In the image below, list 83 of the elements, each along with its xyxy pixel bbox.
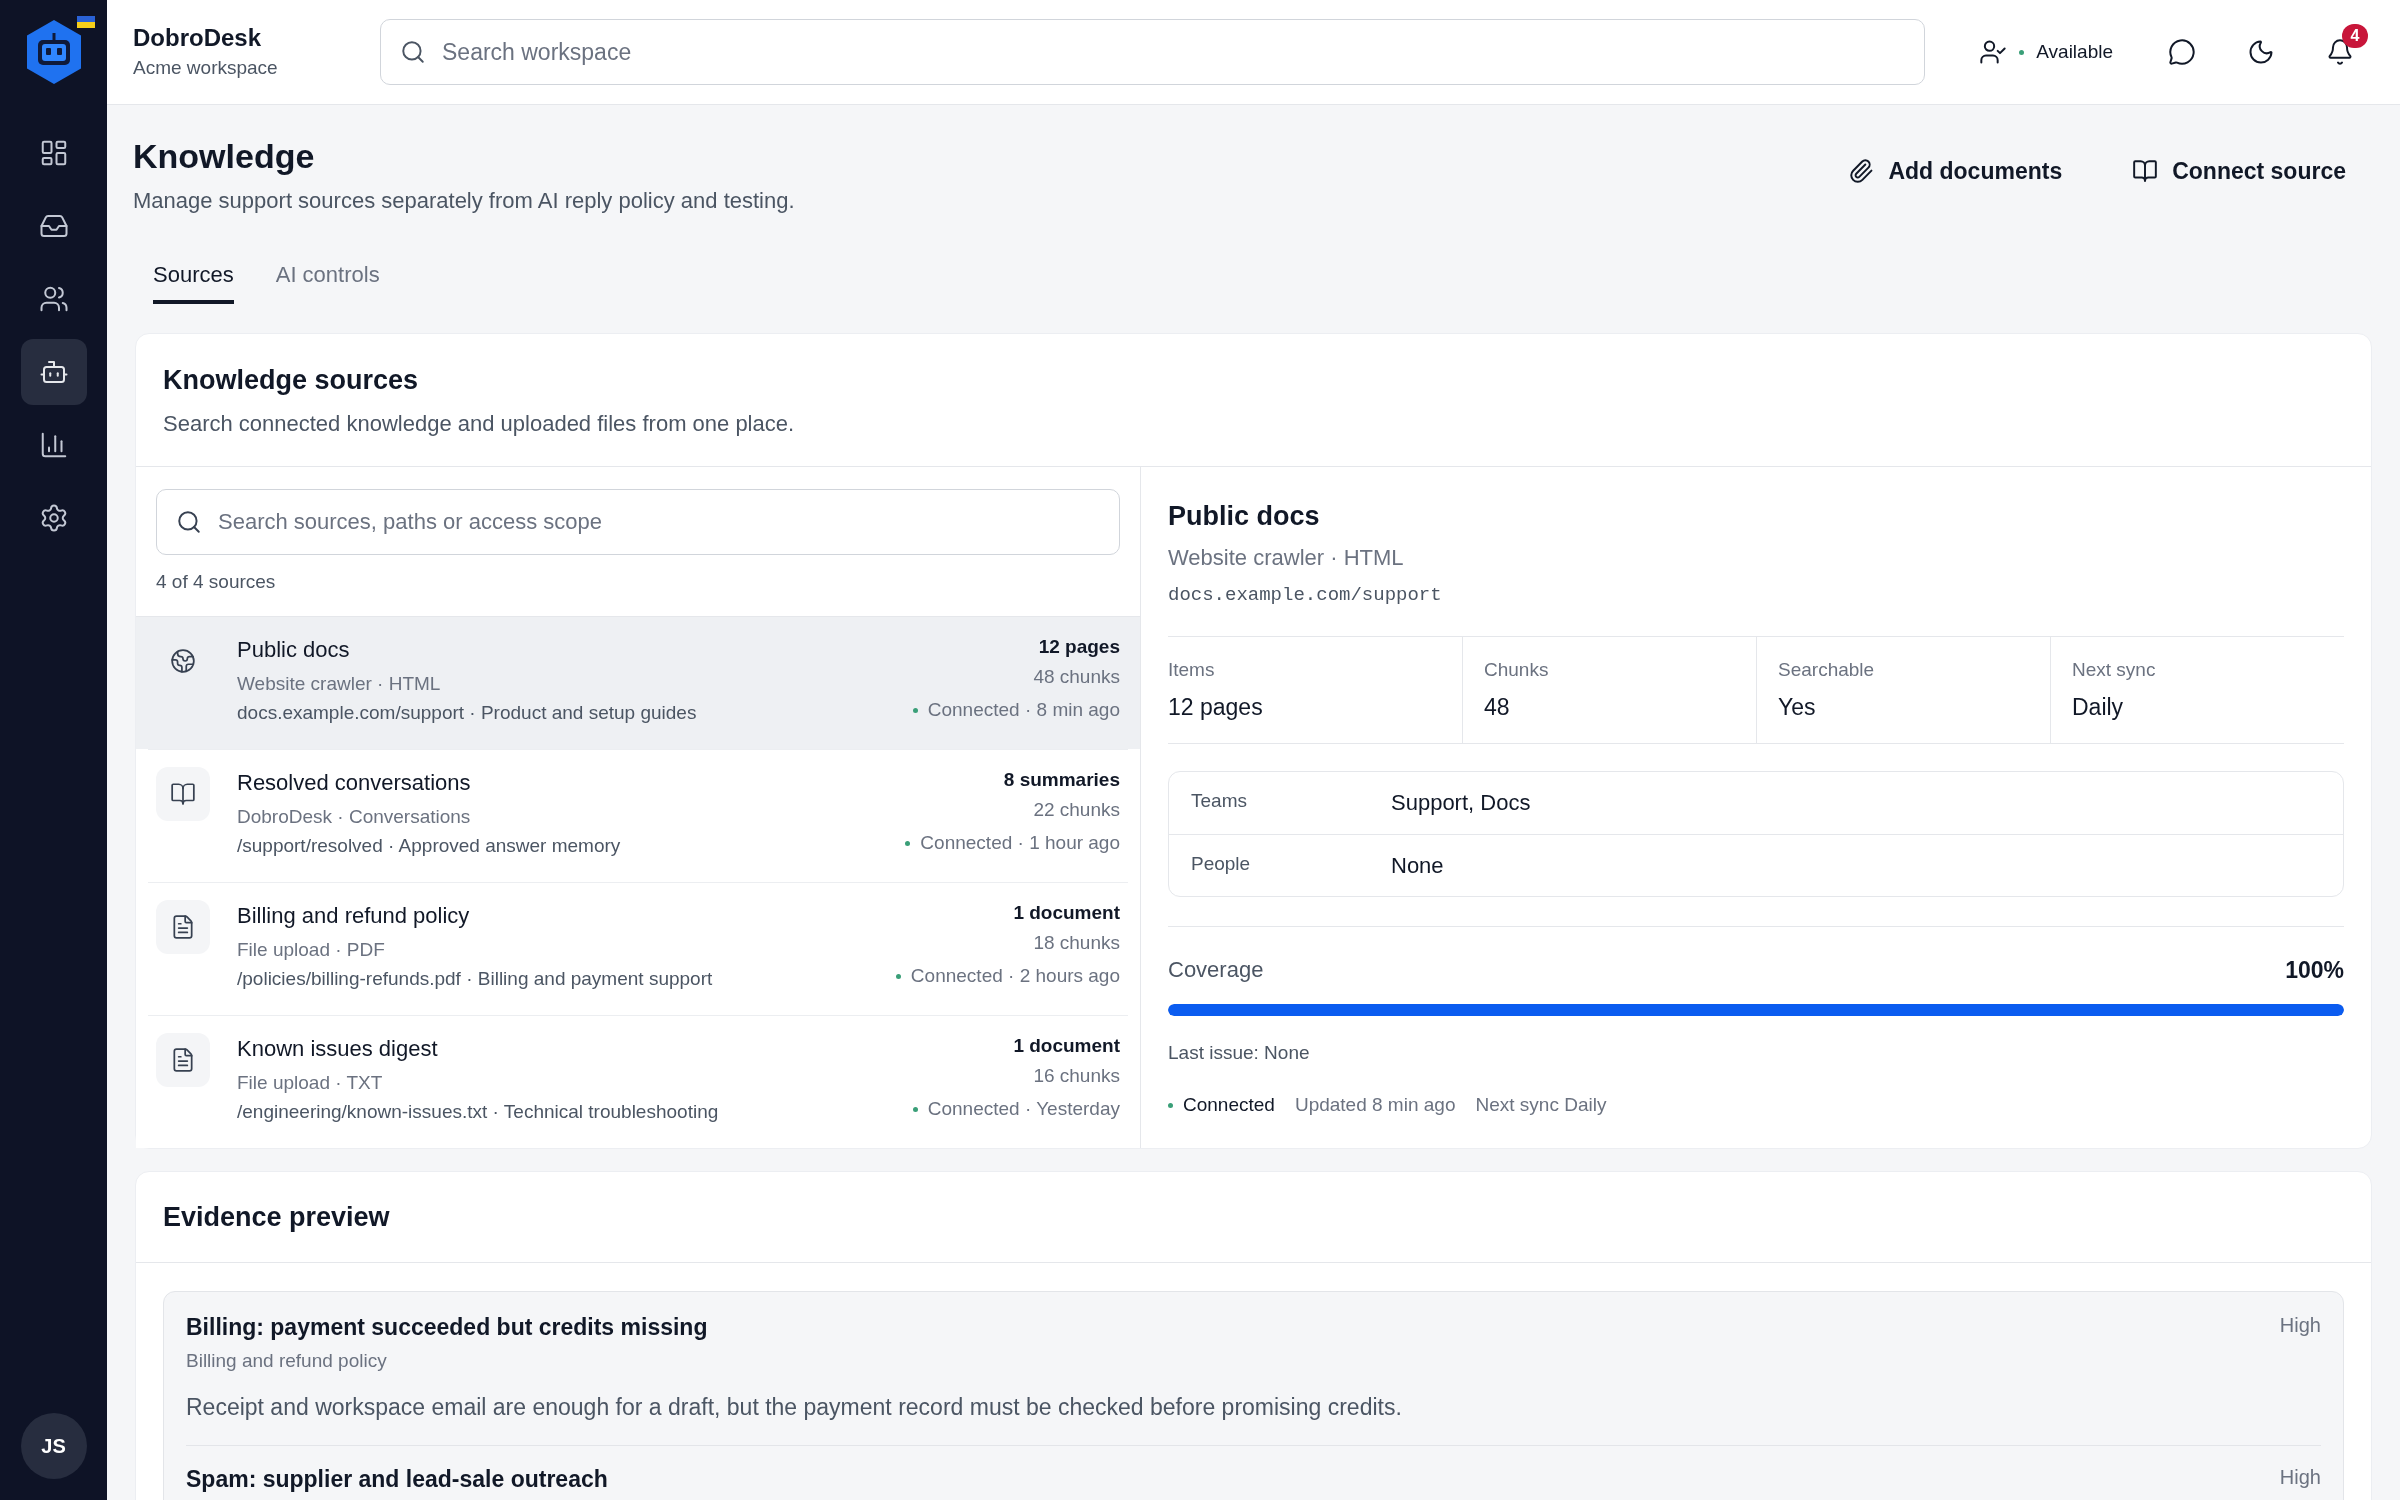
app-name: DobroDesk <box>133 23 263 53</box>
stat-label: Searchable <box>1778 658 1876 682</box>
evidence-title: Billing: payment succeeded but credits missing <box>186 1313 708 1342</box>
action-button[interactable]: Connect source <box>2116 146 2362 197</box>
search-field[interactable]: Search workspace <box>380 19 1925 85</box>
source-type: File upload · TXT <box>237 1071 384 1095</box>
evidence-title: Spam: supplier and lead-sale outreach <box>186 1465 608 1494</box>
source-search-field[interactable]: Search sources, paths or access scope <box>156 489 1120 555</box>
chunk-count: 48 chunks <box>1033 665 1120 689</box>
stat-label: Items <box>1168 658 1216 682</box>
source-path: docs.example.com/support · Product and setup guides <box>237 701 697 725</box>
stat-value: Daily <box>2072 693 2125 722</box>
source-path: /support/resolved · Approved answer memory <box>237 834 621 858</box>
user-check-icon <box>1979 38 2008 66</box>
evidence-text: Receipt and workspace email are enough for a draft, but the payment record must be checked before promising credits. <box>186 1393 1403 1422</box>
card-subtitle: Search connected knowledge and uploaded files from one place. <box>163 410 796 438</box>
moon-icon <box>2247 38 2275 66</box>
detail-type: Website crawler · HTML <box>1168 544 1405 572</box>
access-value: None <box>1391 851 1444 880</box>
availability-button[interactable]: Available <box>1979 37 2113 67</box>
source-size: 8 summaries <box>1003 768 1120 792</box>
flag-icon <box>76 16 95 28</box>
source-name: Resolved conversations <box>237 769 472 797</box>
stat-label: Next sync <box>2072 658 2157 682</box>
search-icon <box>400 39 426 65</box>
stat-label: Chunks <box>1484 658 1550 682</box>
source-name: Public docs <box>237 636 351 664</box>
people-icon <box>38 284 69 314</box>
source-count: 4 of 4 sources <box>156 570 277 594</box>
source-type: DobroDesk · Conversations <box>237 805 472 829</box>
next-sync: Next sync Daily <box>1475 1093 1607 1117</box>
search-icon <box>176 509 202 535</box>
last-issue: Last issue: None <box>1168 1041 1311 1065</box>
source-path: /policies/billing-refunds.pdf · Billing and payment support <box>237 967 713 991</box>
sync-status: Connected · 1 hour ago <box>920 831 1120 855</box>
robot-hexagon-logo <box>24 19 83 85</box>
action-button[interactable]: Add documents <box>1832 146 2079 197</box>
source-size: 1 document <box>1013 1034 1120 1058</box>
priority-label: High <box>2279 1465 2321 1490</box>
source-size: 12 pages <box>1038 635 1120 659</box>
sidebar-item[interactable] <box>20 339 87 405</box>
chunk-count: 18 chunks <box>1033 931 1120 955</box>
detail-url: docs.example.com/support <box>1168 583 1443 608</box>
updated-time: Updated 8 min ago <box>1294 1093 1456 1117</box>
detail-title: Public docs <box>1168 500 1321 533</box>
stat-value: 12 pages <box>1168 693 1264 722</box>
stat-value: 48 <box>1484 693 1511 722</box>
evidence-source: Billing and refund policy <box>186 1349 388 1373</box>
chunk-count: 16 chunks <box>1033 1064 1120 1088</box>
source-name: Known issues digest <box>237 1035 439 1063</box>
access-label: Teams <box>1191 789 1248 813</box>
stat-value: Yes <box>1778 693 1817 722</box>
sync-status: Connected · 8 min ago <box>927 698 1120 722</box>
page-title: Knowledge <box>133 136 316 176</box>
document-icon <box>156 900 210 954</box>
tab[interactable]: Sources <box>153 260 234 304</box>
sync-status: Connected · 2 hours ago <box>910 964 1120 988</box>
chat-bubble-icon <box>2168 38 2196 66</box>
source-row[interactable]: Public docs Website crawler · HTML docs.example.com/support · Product and setup guides 12 pages 48 chunks Connected · 8 min ago <box>136 617 1140 749</box>
card-title: Knowledge sources <box>163 364 420 397</box>
notification-badge: 4 <box>2342 24 2368 48</box>
chunk-count: 22 chunks <box>1033 798 1120 822</box>
tab[interactable]: AI controls <box>275 260 380 304</box>
source-path: /engineering/known-issues.txt · Technical troubleshooting <box>237 1100 719 1124</box>
open-book-icon <box>2132 158 2159 185</box>
connection-status: Connected <box>1183 1093 1275 1117</box>
access-value: Support, Docs <box>1391 789 1531 817</box>
access-label: People <box>1191 851 1252 876</box>
open-book-icon <box>156 767 210 821</box>
card-title: Evidence preview <box>163 1201 391 1234</box>
coverage-label: Coverage <box>1168 956 1264 984</box>
paperclip-icon <box>1848 158 1875 185</box>
document-icon <box>156 1033 210 1087</box>
sync-status: Connected · Yesterday <box>927 1097 1120 1121</box>
source-size: 1 document <box>1013 901 1120 925</box>
page-subtitle: Manage support sources separately from AI reply policy and testing. <box>133 187 795 215</box>
priority-label: High <box>2279 1313 2321 1338</box>
source-type: Website crawler · HTML <box>237 672 442 696</box>
user-avatar[interactable]: JS <box>20 1413 87 1479</box>
workspace-name: Acme workspace <box>133 56 279 80</box>
source-type: File upload · PDF <box>237 938 386 962</box>
coverage-reading: 100% <box>2285 956 2344 985</box>
source-name: Billing and refund policy <box>237 902 471 930</box>
